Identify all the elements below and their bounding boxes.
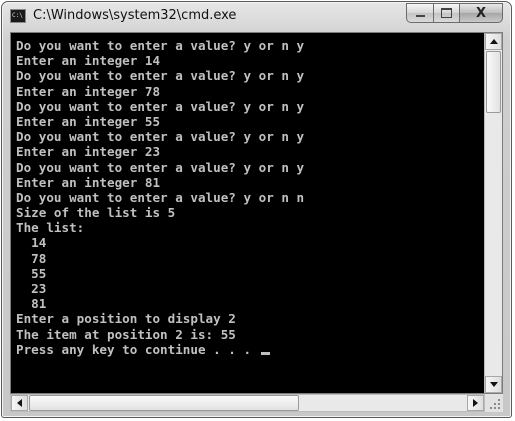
console-line: Do you want to enter a value? y or n y (16, 38, 305, 53)
vertical-scroll-thumb[interactable] (486, 51, 501, 113)
grip-dot (498, 399, 500, 401)
console-line: Do you want to enter a value? y or n n (16, 189, 305, 205)
console-area[interactable]: Do you want to enter a value? y or n y En… (10, 32, 503, 394)
maximize-icon (441, 8, 452, 18)
console-line: 81 (16, 296, 47, 312)
console-line: Enter an integer 78 (16, 83, 161, 99)
scroll-left-button[interactable] (11, 395, 28, 411)
maximize-button[interactable] (433, 3, 459, 23)
arrow-left-icon (17, 399, 22, 407)
console-output[interactable]: Do you want to enter a value? y or n y En… (11, 33, 484, 393)
console-line: Do you want to enter a value? y or n y (16, 98, 305, 114)
console-line: Do you want to enter a value? y or n y (16, 159, 305, 175)
console-line: 23 (16, 281, 47, 296)
console-line: The item at position 2 is: 55 (16, 326, 236, 342)
cmd-app-icon[interactable]: C:\ (10, 9, 26, 23)
console-line: Size of the list is 5 (16, 205, 176, 221)
console-line: Enter a position to display 2 (16, 311, 236, 327)
horizontal-scroll-thumb[interactable] (29, 395, 299, 411)
console-line: Enter an integer 55 (16, 113, 161, 129)
arrow-right-icon (473, 399, 478, 407)
console-line: Enter an integer 81 (16, 174, 161, 190)
grip-dot (498, 407, 500, 409)
console-text: Do you want to enter a value? y or n y En… (11, 33, 484, 357)
console-window: C:\ C:\Windows\system32\cmd.exe X Do you… (1, 1, 512, 418)
console-line: 55 (16, 265, 47, 281)
grip-dot (494, 403, 496, 405)
resize-grip[interactable] (485, 394, 503, 412)
console-line: 14 (16, 235, 47, 251)
horizontal-scrollbar[interactable] (10, 394, 485, 412)
window-title: C:\Windows\system32\cmd.exe (33, 8, 237, 23)
vertical-scrollbar[interactable] (484, 33, 502, 393)
console-line: Press any key to continue . . . (16, 342, 484, 357)
close-icon: X (475, 5, 487, 21)
grip-dot (498, 403, 500, 405)
close-button[interactable]: X (459, 3, 503, 23)
grip-dot (494, 407, 496, 409)
minimize-icon (415, 15, 425, 17)
console-line: 78 (16, 250, 47, 266)
console-line: The list: (16, 220, 85, 236)
grip-dot (490, 407, 492, 409)
console-line: Enter an integer 23 (16, 144, 161, 160)
console-line: Enter an integer 14 (16, 53, 161, 69)
console-prompt-text: Press any key to continue . . . (16, 341, 259, 357)
arrow-down-icon (489, 382, 498, 387)
console-line: Do you want to enter a value? y or n y (16, 68, 305, 84)
scroll-right-button[interactable] (467, 395, 484, 411)
minimize-button[interactable] (406, 3, 433, 23)
arrow-up-icon (489, 39, 498, 44)
scroll-up-button[interactable] (485, 33, 502, 50)
title-bar[interactable]: C:\ C:\Windows\system32\cmd.exe X (2, 2, 511, 32)
caption-buttons: X (406, 3, 503, 23)
scroll-down-button[interactable] (485, 376, 502, 393)
console-line: Do you want to enter a value? y or n y (16, 129, 305, 145)
text-cursor (260, 351, 270, 355)
